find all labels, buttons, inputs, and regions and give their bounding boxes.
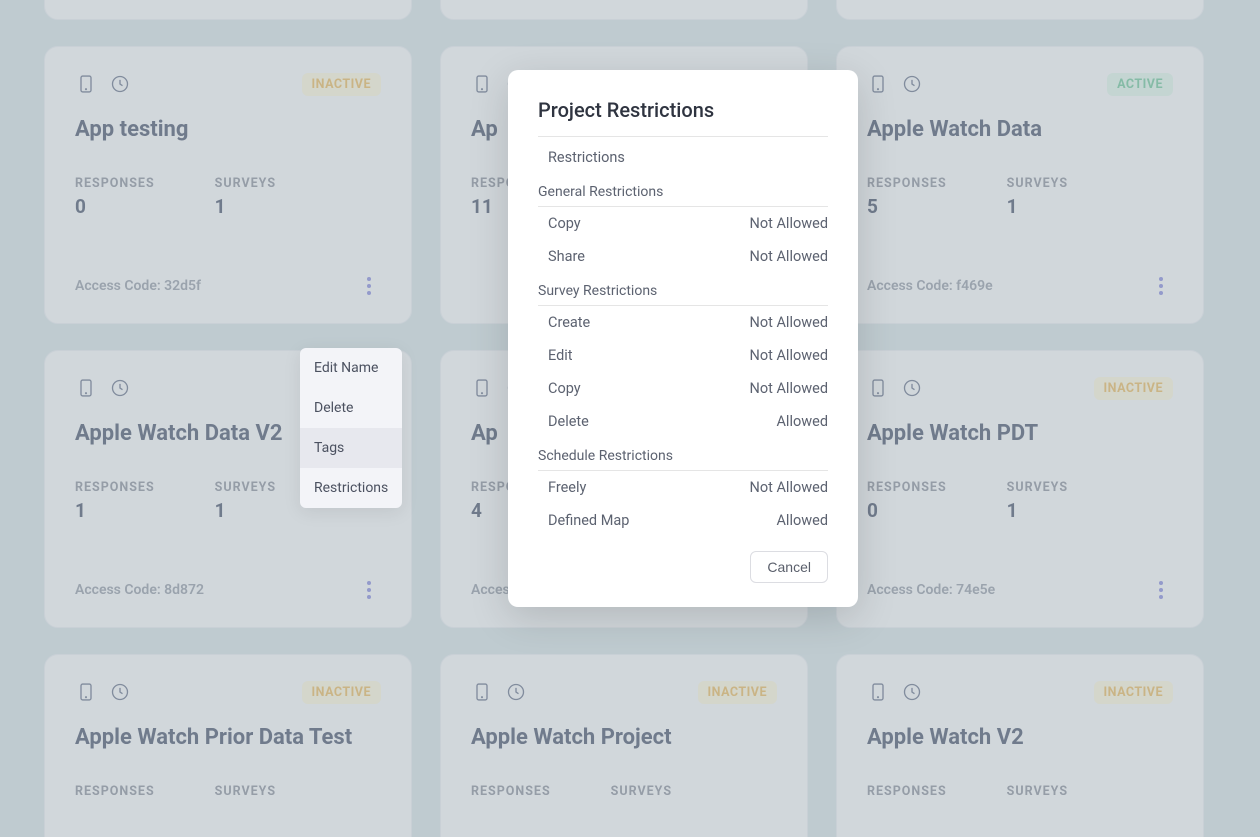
- project-restrictions-modal: Project Restrictions Restrictions Genera…: [508, 70, 858, 607]
- restriction-value: Not Allowed: [750, 314, 829, 331]
- restriction-row: Delete Allowed: [538, 405, 828, 438]
- context-menu-edit-name[interactable]: Edit Name: [300, 348, 402, 388]
- restriction-row: Copy Not Allowed: [538, 207, 828, 240]
- modal-title: Project Restrictions: [538, 98, 828, 137]
- restriction-value: Allowed: [776, 512, 828, 529]
- restriction-value: Allowed: [776, 413, 828, 430]
- restriction-row: Freely Not Allowed: [538, 471, 828, 504]
- restriction-row: Copy Not Allowed: [538, 372, 828, 405]
- restriction-value: Not Allowed: [750, 248, 829, 265]
- context-menu-restrictions[interactable]: Restrictions: [300, 468, 402, 508]
- restriction-row: Edit Not Allowed: [538, 339, 828, 372]
- restriction-group-header: Schedule Restrictions: [538, 438, 828, 471]
- restriction-row: Share Not Allowed: [538, 240, 828, 273]
- cancel-button[interactable]: Cancel: [750, 551, 828, 583]
- restriction-key: Copy: [548, 215, 581, 232]
- context-menu-delete[interactable]: Delete: [300, 388, 402, 428]
- context-menu-tags[interactable]: Tags: [300, 428, 402, 468]
- restriction-row: Create Not Allowed: [538, 306, 828, 339]
- restriction-key: Copy: [548, 380, 581, 397]
- restriction-key: Delete: [548, 413, 589, 430]
- restriction-value: Not Allowed: [750, 380, 829, 397]
- restriction-key: Create: [548, 314, 590, 331]
- restriction-value: Not Allowed: [750, 347, 829, 364]
- restriction-value: Not Allowed: [750, 215, 829, 232]
- restriction-key: Edit: [548, 347, 573, 364]
- restriction-key: Defined Map: [548, 512, 629, 529]
- card-context-menu: Edit Name Delete Tags Restrictions: [300, 348, 402, 508]
- modal-section-label: Restrictions: [538, 137, 828, 174]
- restriction-value: Not Allowed: [750, 479, 829, 496]
- restriction-group-header: Survey Restrictions: [538, 273, 828, 306]
- restriction-key: Freely: [548, 479, 586, 496]
- restriction-row: Defined Map Allowed: [538, 504, 828, 537]
- restriction-group-header: General Restrictions: [538, 174, 828, 207]
- restriction-key: Share: [548, 248, 585, 265]
